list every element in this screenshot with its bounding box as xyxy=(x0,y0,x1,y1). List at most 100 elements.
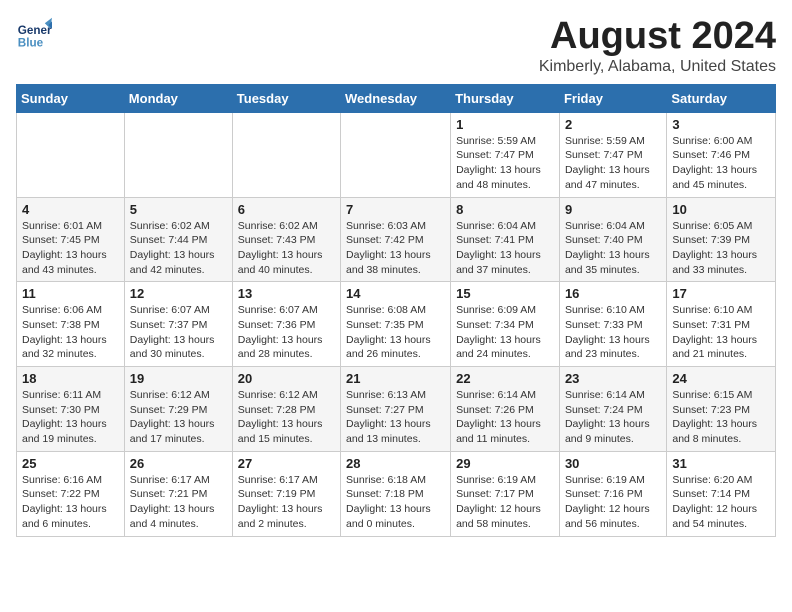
calendar-cell: 27 Sunrise: 6:17 AM Sunset: 7:19 PM Dayli… xyxy=(232,451,340,536)
logo: General Blue xyxy=(16,16,56,52)
calendar-cell xyxy=(124,112,232,197)
calendar-cell xyxy=(341,112,451,197)
day-number: 10 xyxy=(672,202,770,217)
calendar-cell: 14 Sunrise: 6:08 AM Sunset: 7:35 PM Dayli… xyxy=(341,282,451,367)
calendar-title: August 2024 xyxy=(539,16,776,58)
day-number: 18 xyxy=(22,371,119,386)
svg-text:General: General xyxy=(18,24,52,37)
day-number: 26 xyxy=(130,456,227,471)
day-number: 16 xyxy=(565,286,661,301)
day-number: 29 xyxy=(456,456,554,471)
calendar-week-row: 4 Sunrise: 6:01 AM Sunset: 7:45 PM Daylig… xyxy=(17,197,776,282)
col-tuesday: Tuesday xyxy=(232,84,340,112)
day-number: 2 xyxy=(565,117,661,132)
col-thursday: Thursday xyxy=(451,84,560,112)
day-number: 25 xyxy=(22,456,119,471)
day-info: Sunrise: 6:01 AM Sunset: 7:45 PM Dayligh… xyxy=(22,219,119,278)
day-number: 20 xyxy=(238,371,335,386)
day-number: 7 xyxy=(346,202,445,217)
day-number: 23 xyxy=(565,371,661,386)
calendar-cell: 26 Sunrise: 6:17 AM Sunset: 7:21 PM Dayli… xyxy=(124,451,232,536)
day-info: Sunrise: 6:15 AM Sunset: 7:23 PM Dayligh… xyxy=(672,388,770,447)
calendar-cell: 15Sunrise: 6:09 AM Sunset: 7:34 PM Dayli… xyxy=(451,282,560,367)
day-number: 24 xyxy=(672,371,770,386)
calendar-cell: 29 Sunrise: 6:19 AM Sunset: 7:17 PM Dayli… xyxy=(451,451,560,536)
calendar-cell: 4 Sunrise: 6:01 AM Sunset: 7:45 PM Daylig… xyxy=(17,197,125,282)
day-info: Sunrise: 6:10 AM Sunset: 7:31 PM Dayligh… xyxy=(672,303,770,362)
day-info: Sunrise: 6:12 AM Sunset: 7:28 PM Dayligh… xyxy=(238,388,335,447)
day-number: 13 xyxy=(238,286,335,301)
day-number: 5 xyxy=(130,202,227,217)
day-info: Sunrise: 6:20 AM Sunset: 7:14 PM Dayligh… xyxy=(672,473,770,532)
day-number: 27 xyxy=(238,456,335,471)
day-info: Sunrise: 6:14 AM Sunset: 7:24 PM Dayligh… xyxy=(565,388,661,447)
calendar-body: 1 Sunrise: 5:59 AM Sunset: 7:47 PM Daylig… xyxy=(17,112,776,536)
svg-text:Blue: Blue xyxy=(18,37,44,50)
calendar-cell: 19Sunrise: 6:12 AM Sunset: 7:29 PM Dayli… xyxy=(124,367,232,452)
day-number: 4 xyxy=(22,202,119,217)
calendar-week-row: 11 Sunrise: 6:06 AM Sunset: 7:38 PM Dayli… xyxy=(17,282,776,367)
day-info: Sunrise: 6:00 AM Sunset: 7:46 PM Dayligh… xyxy=(672,134,770,193)
day-info: Sunrise: 6:11 AM Sunset: 7:30 PM Dayligh… xyxy=(22,388,119,447)
day-info: Sunrise: 6:07 AM Sunset: 7:36 PM Dayligh… xyxy=(238,303,335,362)
calendar-cell: 17 Sunrise: 6:10 AM Sunset: 7:31 PM Dayli… xyxy=(667,282,776,367)
day-info: Sunrise: 6:03 AM Sunset: 7:42 PM Dayligh… xyxy=(346,219,445,278)
day-number: 19 xyxy=(130,371,227,386)
calendar-cell: 6Sunrise: 6:02 AM Sunset: 7:43 PM Daylig… xyxy=(232,197,340,282)
calendar-cell: 16 Sunrise: 6:10 AM Sunset: 7:33 PM Dayli… xyxy=(559,282,666,367)
day-number: 1 xyxy=(456,117,554,132)
calendar-cell: 18 Sunrise: 6:11 AM Sunset: 7:30 PM Dayli… xyxy=(17,367,125,452)
calendar-cell: 24 Sunrise: 6:15 AM Sunset: 7:23 PM Dayli… xyxy=(667,367,776,452)
day-info: Sunrise: 6:17 AM Sunset: 7:19 PM Dayligh… xyxy=(238,473,335,532)
day-info: Sunrise: 6:13 AM Sunset: 7:27 PM Dayligh… xyxy=(346,388,445,447)
calendar-week-row: 1 Sunrise: 5:59 AM Sunset: 7:47 PM Daylig… xyxy=(17,112,776,197)
day-info: Sunrise: 5:59 AM Sunset: 7:47 PM Dayligh… xyxy=(456,134,554,193)
calendar-subtitle: Kimberly, Alabama, United States xyxy=(539,58,776,76)
day-info: Sunrise: 6:09 AM Sunset: 7:34 PM Dayligh… xyxy=(456,303,554,362)
day-number: 9 xyxy=(565,202,661,217)
day-info: Sunrise: 6:07 AM Sunset: 7:37 PM Dayligh… xyxy=(130,303,227,362)
calendar-cell: 1 Sunrise: 5:59 AM Sunset: 7:47 PM Daylig… xyxy=(451,112,560,197)
day-number: 14 xyxy=(346,286,445,301)
calendar-cell: 30Sunrise: 6:19 AM Sunset: 7:16 PM Dayli… xyxy=(559,451,666,536)
calendar-table: Sunday Monday Tuesday Wednesday Thursday… xyxy=(16,84,776,537)
day-number: 28 xyxy=(346,456,445,471)
day-number: 31 xyxy=(672,456,770,471)
calendar-cell: 21 Sunrise: 6:13 AM Sunset: 7:27 PM Dayli… xyxy=(341,367,451,452)
day-info: Sunrise: 6:19 AM Sunset: 7:17 PM Dayligh… xyxy=(456,473,554,532)
calendar-week-row: 18 Sunrise: 6:11 AM Sunset: 7:30 PM Dayli… xyxy=(17,367,776,452)
calendar-cell: 25Sunrise: 6:16 AM Sunset: 7:22 PM Dayli… xyxy=(17,451,125,536)
calendar-cell: 12Sunrise: 6:07 AM Sunset: 7:37 PM Dayli… xyxy=(124,282,232,367)
day-number: 17 xyxy=(672,286,770,301)
calendar-cell: 9Sunrise: 6:04 AM Sunset: 7:40 PM Daylig… xyxy=(559,197,666,282)
day-number: 22 xyxy=(456,371,554,386)
col-saturday: Saturday xyxy=(667,84,776,112)
calendar-cell: 3Sunrise: 6:00 AM Sunset: 7:46 PM Daylig… xyxy=(667,112,776,197)
calendar-cell: 20 Sunrise: 6:12 AM Sunset: 7:28 PM Dayli… xyxy=(232,367,340,452)
calendar-cell: 13 Sunrise: 6:07 AM Sunset: 7:36 PM Dayli… xyxy=(232,282,340,367)
page-header: General Blue August 2024 Kimberly, Alaba… xyxy=(16,16,776,76)
logo-icon: General Blue xyxy=(16,16,52,52)
day-info: Sunrise: 6:08 AM Sunset: 7:35 PM Dayligh… xyxy=(346,303,445,362)
day-info: Sunrise: 6:17 AM Sunset: 7:21 PM Dayligh… xyxy=(130,473,227,532)
calendar-cell: 7 Sunrise: 6:03 AM Sunset: 7:42 PM Daylig… xyxy=(341,197,451,282)
day-number: 8 xyxy=(456,202,554,217)
calendar-cell: 23 Sunrise: 6:14 AM Sunset: 7:24 PM Dayli… xyxy=(559,367,666,452)
day-info: Sunrise: 6:04 AM Sunset: 7:41 PM Dayligh… xyxy=(456,219,554,278)
day-info: Sunrise: 6:14 AM Sunset: 7:26 PM Dayligh… xyxy=(456,388,554,447)
calendar-cell: 10 Sunrise: 6:05 AM Sunset: 7:39 PM Dayli… xyxy=(667,197,776,282)
calendar-cell: 8 Sunrise: 6:04 AM Sunset: 7:41 PM Daylig… xyxy=(451,197,560,282)
day-info: Sunrise: 6:02 AM Sunset: 7:44 PM Dayligh… xyxy=(130,219,227,278)
calendar-cell xyxy=(17,112,125,197)
day-info: Sunrise: 6:05 AM Sunset: 7:39 PM Dayligh… xyxy=(672,219,770,278)
calendar-cell: 11 Sunrise: 6:06 AM Sunset: 7:38 PM Dayli… xyxy=(17,282,125,367)
title-block: August 2024 Kimberly, Alabama, United St… xyxy=(539,16,776,76)
day-info: Sunrise: 6:06 AM Sunset: 7:38 PM Dayligh… xyxy=(22,303,119,362)
day-info: Sunrise: 6:19 AM Sunset: 7:16 PM Dayligh… xyxy=(565,473,661,532)
day-info: Sunrise: 6:10 AM Sunset: 7:33 PM Dayligh… xyxy=(565,303,661,362)
day-number: 11 xyxy=(22,286,119,301)
day-info: Sunrise: 6:02 AM Sunset: 7:43 PM Dayligh… xyxy=(238,219,335,278)
calendar-header-row: Sunday Monday Tuesday Wednesday Thursday… xyxy=(17,84,776,112)
day-number: 21 xyxy=(346,371,445,386)
calendar-cell xyxy=(232,112,340,197)
